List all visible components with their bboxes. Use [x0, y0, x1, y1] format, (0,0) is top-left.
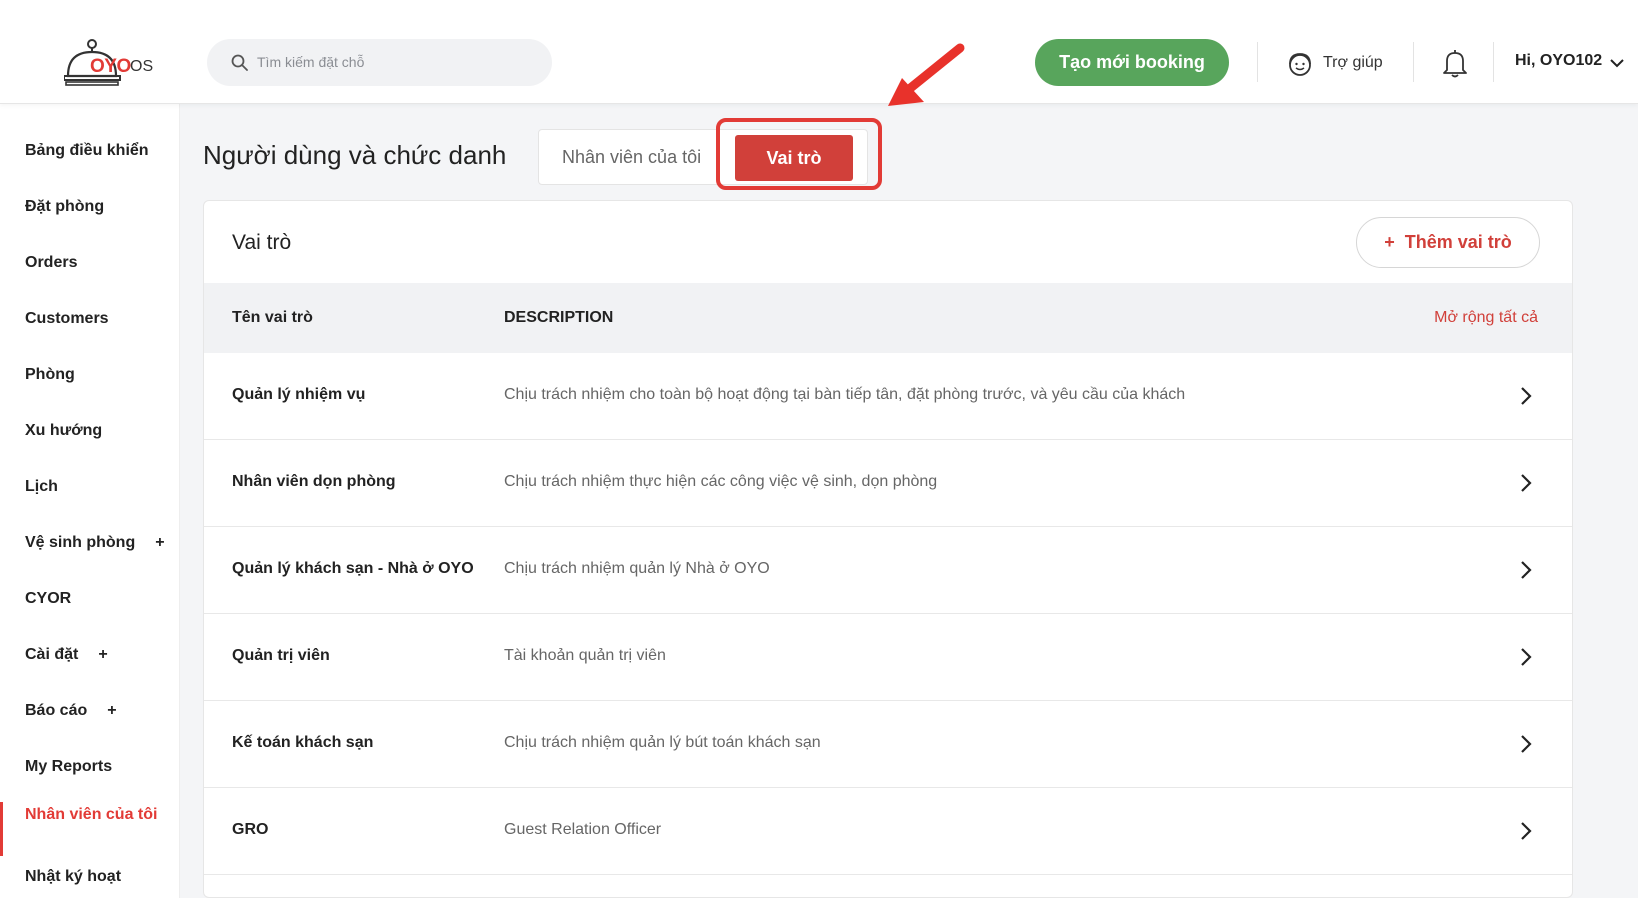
sidebar-item-orders[interactable]: Orders [25, 254, 77, 272]
logo-brand: OYO [90, 56, 131, 77]
chevron-right-icon[interactable] [1520, 473, 1532, 493]
chevron-right-icon[interactable] [1520, 386, 1532, 406]
search-icon [231, 54, 248, 71]
plus-icon: + [1384, 232, 1395, 252]
role-description: Chịu trách nhiệm thực hiện các công việc… [504, 473, 938, 490]
chevron-right-icon[interactable] [1520, 821, 1532, 841]
bell-icon[interactable] [1443, 48, 1467, 78]
expand-plus-icon[interactable]: + [155, 534, 164, 551]
role-description: Guest Relation Officer [504, 821, 662, 838]
support-icon[interactable] [1287, 51, 1313, 77]
sidebar-item-activity-log[interactable]: Nhật ký hoạt [25, 868, 121, 886]
chevron-right-icon[interactable] [1520, 560, 1532, 580]
add-role-label: Thêm vai trò [1404, 232, 1512, 252]
sidebar-item-reports[interactable]: Báo cáo + [25, 702, 117, 720]
sidebar-item-dashboard[interactable]: Bảng điều khiển [25, 142, 149, 160]
search-placeholder: Tìm kiếm đặt chỗ [257, 54, 365, 70]
search-input[interactable]: Tìm kiếm đặt chỗ [207, 39, 552, 86]
role-name: GRO [232, 821, 269, 838]
sidebar-item-calendar[interactable]: Lịch [25, 478, 58, 496]
role-name: Quản trị viên [232, 647, 330, 664]
table-row[interactable]: Nhân viên dọn phòng Chịu trách nhiệm thự… [204, 440, 1572, 527]
add-role-button[interactable]: + Thêm vai trò [1356, 217, 1540, 268]
sidebar-item-rooms[interactable]: Phòng [25, 366, 75, 384]
table-row[interactable]: Kế toán khách sạn Chịu trách nhiệm quản … [204, 701, 1572, 788]
sidebar-item-bookings[interactable]: Đặt phòng [25, 198, 104, 216]
user-menu[interactable]: Hi, OYO102 [1515, 52, 1602, 70]
table-row[interactable]: Quản lý khách sạn - Nhà ở OYO Chịu trách… [204, 527, 1572, 614]
sidebar-item-trends[interactable]: Xu hướng [25, 422, 102, 440]
role-name: Nhân viên dọn phòng [232, 473, 396, 490]
sidebar-item-cyor[interactable]: CYOR [25, 590, 71, 608]
chevron-down-icon[interactable] [1610, 58, 1624, 68]
logo-suffix: OS [130, 58, 154, 75]
sidebar-item-customers[interactable]: Customers [25, 310, 109, 328]
table-header: Tên vai trò DESCRIPTION Mở rộng tất cả [204, 283, 1572, 353]
table-row[interactable]: Quản trị viên Tài khoản quản trị viên [204, 614, 1572, 701]
table-row[interactable]: Quản lý nhiệm vụ Chịu trách nhiệm cho to… [204, 353, 1572, 440]
role-description: Chịu trách nhiệm quản lý Nhà ở OYO [504, 560, 770, 577]
expand-plus-icon[interactable]: + [107, 702, 116, 719]
expand-all-link[interactable]: Mở rộng tất cả [1434, 309, 1538, 327]
role-name: Kế toán khách sạn [232, 734, 374, 751]
sidebar [0, 104, 180, 898]
divider [1257, 42, 1258, 82]
divider [1413, 42, 1414, 82]
role-name: Quản lý nhiệm vụ [232, 386, 366, 403]
role-description: Chịu trách nhiệm cho toàn bộ hoạt động t… [504, 386, 1186, 403]
new-booking-button[interactable]: Tạo mới booking [1035, 39, 1229, 86]
card-title: Vai trò [232, 231, 292, 254]
roles-card: Vai trò + Thêm vai trò Tên vai trò DESCR… [203, 200, 1573, 898]
sidebar-item-housekeeping[interactable]: Vệ sinh phòng + [25, 534, 165, 552]
sidebar-item-my-reports[interactable]: My Reports [25, 758, 112, 776]
annotation-arrow-icon [888, 43, 965, 106]
annotation-highlight [716, 118, 882, 190]
column-header-name: Tên vai trò [232, 309, 313, 326]
role-name: Quản lý khách sạn - Nhà ở OYO [232, 560, 474, 577]
chevron-right-icon[interactable] [1520, 647, 1532, 667]
active-indicator [0, 802, 3, 856]
help-link[interactable]: Trợ giúp [1323, 54, 1383, 72]
chevron-right-icon[interactable] [1520, 734, 1532, 754]
tab-my-staff[interactable]: Nhân viên của tôi [562, 147, 701, 168]
page-title: Người dùng và chức danh [203, 140, 507, 170]
sidebar-item-settings[interactable]: Cài đặt + [25, 646, 108, 664]
column-header-description: DESCRIPTION [504, 309, 614, 326]
divider [1493, 42, 1494, 82]
role-description: Chịu trách nhiệm quản lý bút toán khách … [504, 734, 821, 751]
role-description: Tài khoản quản trị viên [504, 647, 666, 664]
expand-plus-icon[interactable]: + [98, 646, 107, 663]
top-bar: OYO OS Tìm kiếm đặt chỗ Tạo mới booking … [0, 0, 1638, 104]
sidebar-item-my-staff[interactable]: Nhân viên của tôi [25, 802, 165, 827]
table-row[interactable]: GRO Guest Relation Officer [204, 788, 1572, 875]
